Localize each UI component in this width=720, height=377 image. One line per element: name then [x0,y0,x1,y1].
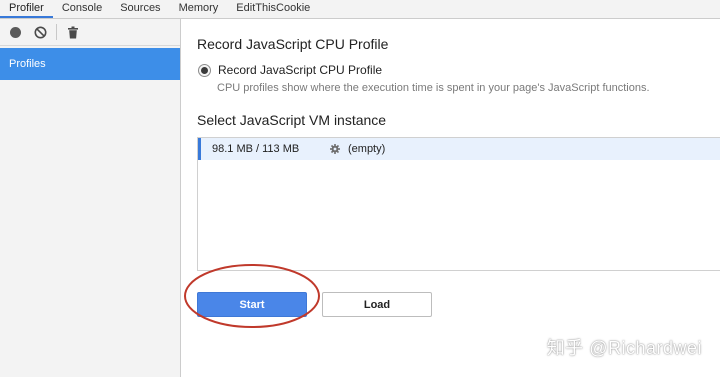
cpu-profile-radio-label: Record JavaScript CPU Profile [218,63,383,77]
vm-instance-status: (empty) [348,143,386,155]
tab-memory[interactable]: Memory [170,0,228,18]
cpu-profile-radio-option[interactable]: Record JavaScript CPU Profile [198,63,382,77]
cpu-profile-description: CPU profiles show where the execution ti… [217,82,650,94]
vm-instance-row[interactable]: 98.1 MB / 113 MB (empty) [198,138,720,160]
trash-icon[interactable] [64,23,82,41]
tab-profiler[interactable]: Profiler [0,0,53,18]
load-button[interactable]: Load [322,292,432,317]
record-icon[interactable] [6,23,24,41]
profiler-toolbar [0,19,180,46]
profiles-sidebar: Profiles [0,19,181,377]
toolbar-divider [56,24,57,40]
tab-editthiscookie[interactable]: EditThisCookie [227,0,319,18]
sidebar-item-profiles[interactable]: Profiles [0,48,180,80]
cpu-profile-radio[interactable] [198,63,211,77]
vm-instance-title: Select JavaScript VM instance [197,112,387,128]
tab-sources[interactable]: Sources [111,0,169,18]
highlight-circle-annotation [184,264,320,328]
vm-memory-usage: 98.1 MB / 113 MB [212,143,300,155]
watermark-text: 知乎 @Richardwei [546,338,702,358]
panel-tab-strip: Profiler Console Sources Memory EditThis… [0,0,720,19]
clear-icon[interactable] [31,23,49,41]
tab-console[interactable]: Console [53,0,111,18]
profile-type-title: Record JavaScript CPU Profile [197,36,389,52]
gear-icon [330,144,340,154]
vm-instance-list: 98.1 MB / 113 MB (empty) [197,137,720,271]
